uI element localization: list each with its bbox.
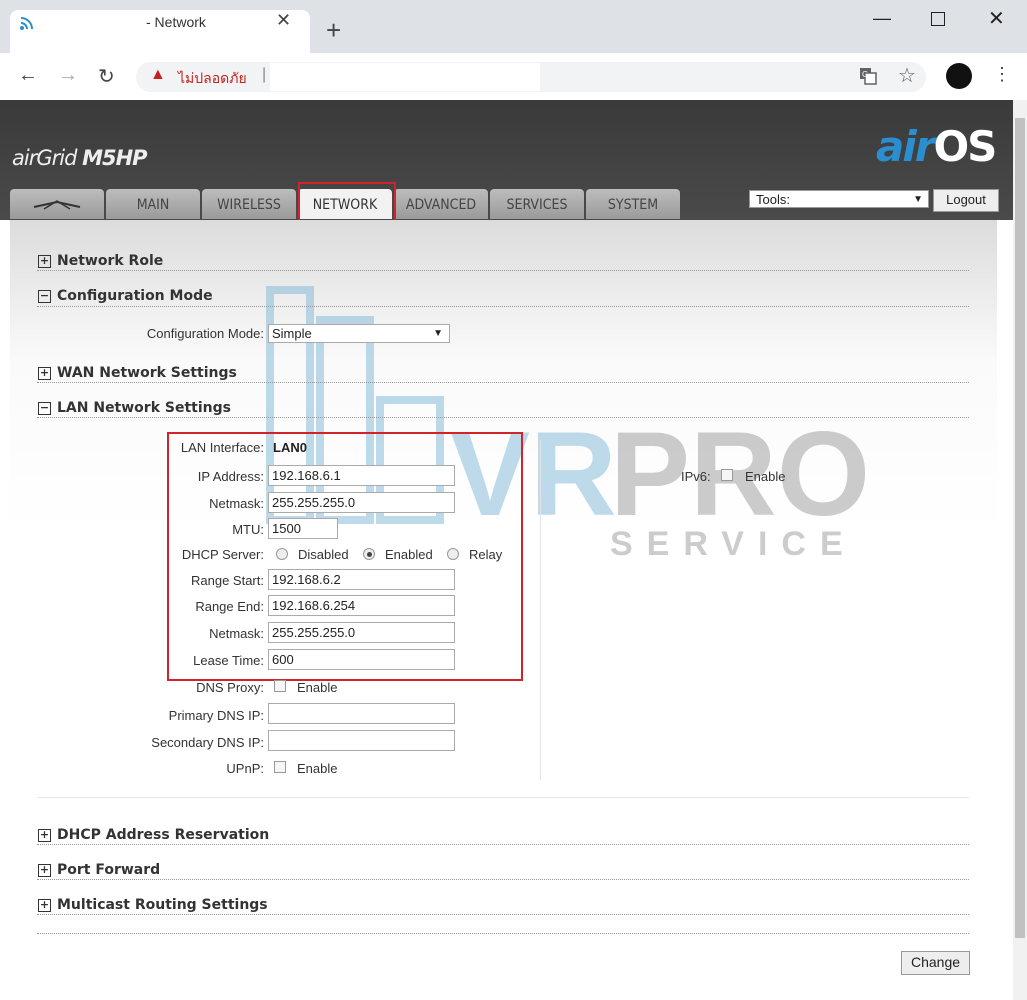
divider xyxy=(37,306,969,307)
ipv6-checkbox[interactable] xyxy=(721,469,733,481)
section-network-role[interactable]: + Network Role xyxy=(38,253,163,269)
section-wan-settings[interactable]: + WAN Network Settings xyxy=(38,365,237,381)
airos-logo: airOS xyxy=(876,122,997,171)
tab-services[interactable]: SERVICES xyxy=(490,189,584,219)
collapse-icon: − xyxy=(38,401,51,415)
profile-avatar[interactable] xyxy=(946,63,972,89)
address-separator: | xyxy=(262,66,267,83)
divider xyxy=(37,933,969,934)
divider xyxy=(37,844,969,845)
section-dhcp-reservation[interactable]: + DHCP Address Reservation xyxy=(38,827,269,843)
dns-proxy-checkbox[interactable] xyxy=(274,680,286,692)
primary-dns-input[interactable] xyxy=(268,703,455,724)
expand-icon: + xyxy=(38,863,51,877)
divider xyxy=(37,417,969,418)
divider xyxy=(37,797,969,798)
ipv6-enable-label: Enable xyxy=(745,469,786,484)
ubiquiti-antenna-icon xyxy=(33,200,81,210)
expand-icon: + xyxy=(38,898,51,912)
expand-icon: + xyxy=(38,366,51,380)
tab-title: - Network xyxy=(146,14,206,30)
dns-proxy-label: DNS Proxy: xyxy=(196,680,264,695)
svg-text:G: G xyxy=(862,70,868,79)
expand-icon: + xyxy=(38,828,51,842)
scrollbar-thumb[interactable] xyxy=(1015,118,1025,938)
section-port-forward[interactable]: + Port Forward xyxy=(38,862,160,878)
primary-dns-label: Primary DNS IP: xyxy=(168,708,264,723)
wifi-favicon-icon xyxy=(20,17,33,30)
config-mode-label: Configuration Mode: xyxy=(146,326,264,341)
divider xyxy=(37,382,969,383)
tab-ubnt-logo[interactable] xyxy=(10,189,104,219)
upnp-enable-label: Enable xyxy=(297,761,338,776)
back-arrow-icon[interactable]: ← xyxy=(18,64,38,87)
config-mode-select[interactable]: Simple ▼ xyxy=(268,324,450,343)
divider xyxy=(37,914,969,915)
section-configuration-mode[interactable]: − Configuration Mode xyxy=(38,288,213,304)
upnp-label: UPnP: xyxy=(226,761,264,776)
network-tab-highlight xyxy=(298,182,396,224)
secondary-dns-input[interactable] xyxy=(268,730,455,751)
reload-icon[interactable]: ↻ xyxy=(98,64,115,89)
dns-proxy-enable-label: Enable xyxy=(297,680,338,695)
section-multicast-routing[interactable]: + Multicast Routing Settings xyxy=(38,897,268,913)
expand-icon: + xyxy=(38,254,51,268)
tools-dropdown[interactable]: Tools: ▼ xyxy=(749,190,929,208)
url-field[interactable] xyxy=(270,63,540,91)
secondary-dns-label: Secondary DNS IP: xyxy=(151,735,264,750)
column-separator xyxy=(540,440,541,780)
tab-advanced[interactable]: ADVANCED xyxy=(394,189,488,219)
window-close-icon[interactable]: ✕ xyxy=(988,6,1005,31)
section-lan-settings[interactable]: − LAN Network Settings xyxy=(38,400,231,416)
forward-arrow-icon[interactable]: → xyxy=(58,64,78,87)
security-status: ไม่ปลอดภัย xyxy=(178,70,247,86)
collapse-icon: − xyxy=(38,289,51,303)
tab-main[interactable]: MAIN xyxy=(106,189,200,219)
tab-close-icon[interactable]: ✕ xyxy=(276,10,291,31)
maximize-icon[interactable] xyxy=(931,12,945,26)
minimize-icon[interactable]: — xyxy=(873,8,891,29)
tab-wireless[interactable]: WIRELESS xyxy=(202,189,296,219)
upnp-checkbox[interactable] xyxy=(274,761,286,773)
translate-icon[interactable]: G xyxy=(858,66,878,86)
device-brand-logo: airGrid M5HP xyxy=(12,146,148,170)
bookmark-star-icon[interactable]: ☆ xyxy=(898,63,916,88)
divider xyxy=(37,879,969,880)
kebab-menu-icon[interactable]: ⋮ xyxy=(993,64,1011,85)
ipv6-label: IPv6: xyxy=(681,469,711,484)
tab-system[interactable]: SYSTEM xyxy=(586,189,680,219)
warning-icon: ▲ xyxy=(150,66,166,83)
logout-button[interactable]: Logout xyxy=(933,189,999,212)
new-tab-icon[interactable]: + xyxy=(326,17,341,43)
change-button[interactable]: Change xyxy=(901,951,970,975)
lan-settings-highlight xyxy=(167,432,523,681)
divider xyxy=(37,270,969,271)
